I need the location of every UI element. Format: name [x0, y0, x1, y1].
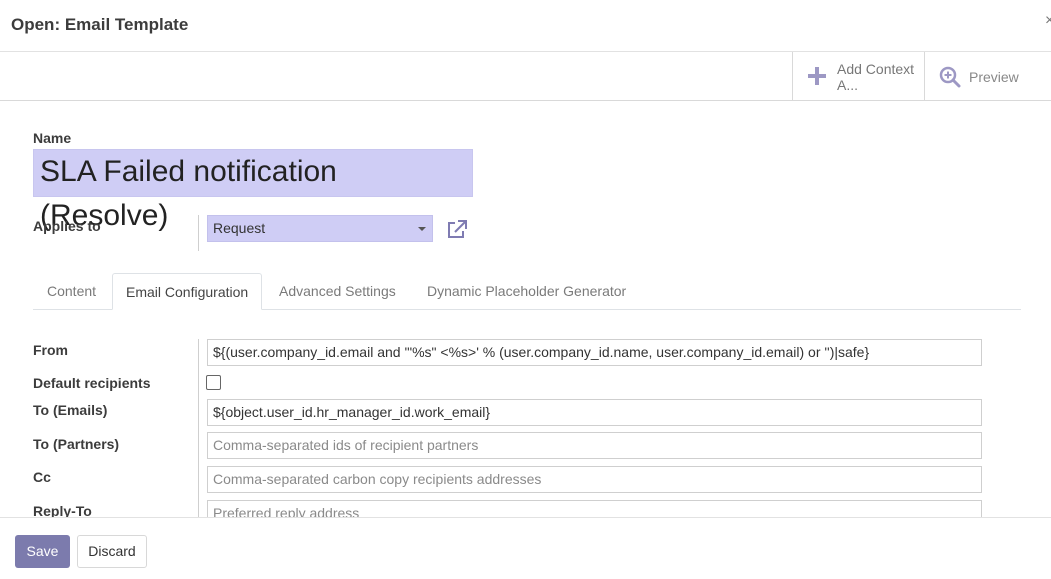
reply-to-field[interactable]: Preferred reply address: [207, 500, 982, 517]
notebook-tabs: Content Email Configuration Advanced Set…: [33, 273, 1021, 310]
label-divider: [198, 215, 199, 251]
plus-icon: [808, 67, 826, 85]
applies-to-select[interactable]: Request: [207, 215, 433, 242]
label-divider: [198, 339, 199, 517]
name-input[interactable]: SLA Failed notification (Resolve): [33, 149, 473, 232]
discard-button[interactable]: Discard: [77, 535, 147, 568]
modal-title: Open: Email Template: [11, 15, 189, 34]
default-recipients-checkbox[interactable]: [206, 375, 221, 390]
button-box: Add Context A... Preview: [0, 52, 1051, 101]
to-partners-label: To (Partners): [33, 436, 120, 452]
applies-to-label: Applies to: [33, 218, 101, 234]
reply-to-label: Reply-To: [33, 503, 92, 517]
preview-label: Preview: [969, 69, 1019, 85]
zoom-in-icon: [939, 66, 961, 91]
name-label: Name: [33, 130, 72, 146]
add-context-action-button[interactable]: Add Context A...: [792, 52, 924, 100]
tab-content[interactable]: Content: [34, 273, 109, 310]
external-link-icon[interactable]: [446, 219, 468, 242]
close-button[interactable]: ×: [1045, 12, 1051, 30]
from-label: From: [33, 342, 68, 358]
modal-footer: Save Discard: [0, 517, 1051, 579]
save-button[interactable]: Save: [15, 535, 70, 568]
tab-email-configuration[interactable]: Email Configuration: [112, 273, 263, 310]
from-field[interactable]: ${(user.company_id.email and '"%s" <%s>'…: [207, 339, 982, 366]
applies-to-value: Request: [213, 220, 266, 236]
default-recipients-label: Default recipients: [33, 375, 151, 391]
preview-button[interactable]: Preview: [924, 52, 1051, 100]
cc-field[interactable]: Comma-separated carbon copy recipients a…: [207, 466, 982, 493]
form-sheet: Name SLA Failed notification (Resolve) A…: [0, 101, 1051, 517]
cc-label: Cc: [33, 469, 51, 485]
caret-down-icon: [418, 227, 426, 231]
to-partners-field[interactable]: Comma-separated ids of recipient partner…: [207, 432, 982, 459]
add-context-action-label: Add Context A...: [837, 61, 915, 93]
tab-dynamic-placeholder-generator[interactable]: Dynamic Placeholder Generator: [414, 273, 639, 310]
to-emails-field[interactable]: ${object.user_id.hr_manager_id.work_emai…: [207, 399, 982, 426]
tab-advanced-settings[interactable]: Advanced Settings: [266, 273, 409, 310]
to-emails-label: To (Emails): [33, 402, 108, 418]
modal-header: Open: Email Template ×: [0, 0, 1051, 52]
